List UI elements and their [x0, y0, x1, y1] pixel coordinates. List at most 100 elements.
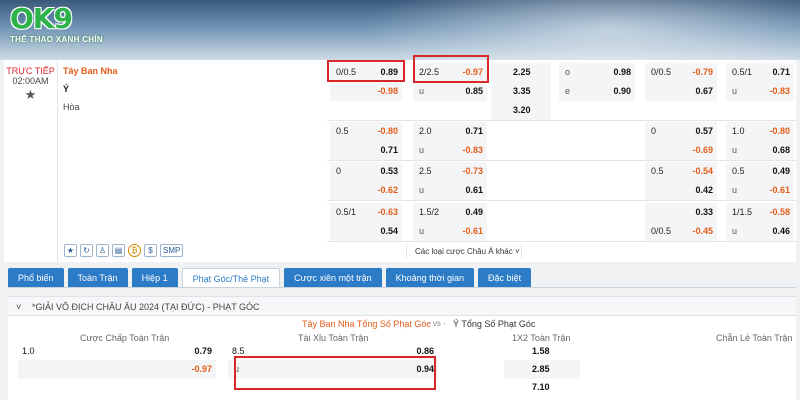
h1-ou-under-cell-3[interactable]: u 0.46 [726, 222, 794, 241]
vs-label: - vs - [428, 319, 446, 328]
h1-hdp-home-odds: 0.33 [695, 207, 713, 217]
hdp-home-cell-2[interactable]: 0 0.53 [330, 162, 402, 181]
h1-ou-under-cell-2[interactable]: u -0.61 [726, 181, 794, 200]
smp-button[interactable]: SMP [160, 244, 184, 257]
logo-tagline: THỂ THAO XANH CHÍN [10, 35, 103, 44]
corner-x12-away-cell[interactable]: 2.85 [504, 360, 580, 379]
hdp-home-cell-3[interactable]: 0.5/1 -0.63 [330, 203, 402, 222]
corner-x12-home-odds: 1.58 [532, 346, 550, 356]
hdp-home-odds: -0.80 [377, 126, 398, 136]
h1-hdp-line: 0 [651, 126, 657, 136]
ou-under-cell-2[interactable]: u 0.61 [413, 181, 487, 200]
h1-hdp-home-cell-3[interactable]: 0.33 [645, 203, 717, 222]
favorite-star-icon[interactable]: ★ [4, 87, 57, 103]
hdp-home-cell-1[interactable]: 0.5 -0.80 [330, 122, 402, 141]
under-label: u [732, 86, 738, 96]
shirt-icon[interactable]: ♙ [96, 244, 109, 257]
h1-ou-line: 0.5 [732, 166, 745, 176]
table-icon[interactable]: ▤ [112, 244, 125, 257]
x12-draw-cell[interactable]: 3.20 [491, 101, 551, 120]
x12-home-cell[interactable]: 2.25 [491, 63, 551, 82]
h1-ou-over-cell-1[interactable]: 1.0 -0.80 [726, 122, 794, 141]
h1-ou-over-cell-3[interactable]: 1/1.5 -0.58 [726, 203, 794, 222]
highlight-box-hdp [327, 60, 405, 82]
under-label: u [732, 145, 738, 155]
hdp-away-cell-0[interactable]: -0.98 [330, 82, 402, 101]
ou-over-cell-1[interactable]: 2.0 0.71 [413, 122, 487, 141]
h1-hdp-away-cell-1[interactable]: -0.69 [645, 141, 717, 160]
under-label: u [419, 86, 425, 96]
tab-cuoc-xien[interactable]: Cược xiên một trận [284, 268, 382, 288]
corner-hdp-home-cell[interactable]: 1.0 0.79 [18, 342, 216, 361]
tab-dac-biet[interactable]: Đặc biệt [478, 268, 532, 288]
h1-hdp-home-cell-0[interactable]: 0/0.5 -0.79 [645, 63, 717, 82]
hdp-line: 0 [336, 166, 342, 176]
ou-under-odds: -0.83 [462, 145, 483, 155]
chevron-down-icon: ˅ [515, 247, 520, 256]
h1-hdp-away-cell-2[interactable]: 0.42 [645, 181, 717, 200]
h1-hdp-line: 0/0.5 [651, 226, 672, 236]
h1-ou-over-cell-0[interactable]: 0.5/1 0.71 [726, 63, 794, 82]
corner-x12-draw-cell[interactable]: 7.10 [504, 378, 580, 397]
logo-mark: OK9 [10, 2, 73, 35]
tab-phat-goc-the-phat[interactable]: Phạt Góc/Thẻ Phạt [181, 268, 281, 288]
ou-over-cell-2[interactable]: 2.5 -0.73 [413, 162, 487, 181]
more-asian-bets-label: Các loại cược Châu Á khác [415, 247, 513, 256]
h1-ou-over-odds: -0.80 [769, 126, 790, 136]
x12-away-cell[interactable]: 3.35 [491, 82, 551, 101]
h1-hdp-home-cell-2[interactable]: 0.5 -0.54 [645, 162, 717, 181]
league-header[interactable]: ˅ *GIẢI VÔ ĐỊCH CHÂU ÂU 2024 (TẠI ĐỨC) -… [8, 296, 796, 316]
ou-under-cell-1[interactable]: u -0.83 [413, 141, 487, 160]
more-asian-bets-link[interactable]: Các loại cược Châu Á khác ˅ [406, 244, 522, 259]
ou-line: 2.0 [419, 126, 432, 136]
away-team[interactable]: Ý [63, 84, 69, 94]
even-cell[interactable]: e 0.90 [559, 82, 635, 101]
h1-hdp-away-cell-0[interactable]: 0.67 [645, 82, 717, 101]
ou-under-cell-0[interactable]: u 0.85 [413, 82, 487, 101]
header-banner: OK9 THỂ THAO XANH CHÍN [0, 0, 800, 60]
hdp-away-odds: 0.54 [380, 226, 398, 236]
h1-hdp-away-odds: 0.42 [695, 185, 713, 195]
star-icon[interactable]: ★ [64, 244, 77, 257]
corner-hdp-away-cell[interactable]: -0.97 [18, 360, 216, 379]
away-corner-label: Ý Tổng Số Phạt Góc [453, 319, 536, 329]
home-team[interactable]: Tây Ban Nha [63, 66, 118, 76]
team-column: Tây Ban Nha Ý Hòa [57, 60, 327, 262]
tab-khoang-thoi-gian[interactable]: Khoảng thời gian [385, 268, 475, 288]
hdp-away-odds: -0.98 [377, 86, 398, 96]
h1-hdp-away-cell-3[interactable]: 0/0.5 -0.45 [645, 222, 717, 241]
corner-hdp-away-odds: -0.97 [191, 364, 212, 374]
x12-home-odds: 2.25 [513, 67, 531, 77]
h1-ou-under-cell-1[interactable]: u 0.68 [726, 141, 794, 160]
dollar-icon[interactable]: $ [144, 244, 157, 257]
h1-hdp-home-odds: -0.79 [692, 67, 713, 77]
highlight-box-ou [413, 55, 489, 83]
h1-ou-under-cell-0[interactable]: u -0.83 [726, 82, 794, 101]
collapse-chevron-icon[interactable]: ˅ [16, 297, 21, 317]
x12-away-odds: 3.35 [513, 86, 531, 96]
x12-draw-odds: 3.20 [513, 105, 531, 115]
h1-ou-over-odds: 0.49 [772, 166, 790, 176]
refresh-icon[interactable]: ↻ [80, 244, 93, 257]
corner-x12-home-cell[interactable]: 1.58 [504, 342, 580, 361]
tab-hiep-1[interactable]: Hiệp 1 [131, 268, 178, 288]
tab-toan-tran[interactable]: Toàn Trận [67, 268, 128, 288]
hdp-away-cell-2[interactable]: -0.62 [330, 181, 402, 200]
under-label: u [419, 145, 425, 155]
hdp-away-cell-1[interactable]: 0.71 [330, 141, 402, 160]
league-title: *GIẢI VÔ ĐỊCH CHÂU ÂU 2024 (TẠI ĐỨC) - P… [32, 302, 260, 312]
ou-under-cell-3[interactable]: u -0.61 [413, 222, 487, 241]
hdp-away-cell-3[interactable]: 0.54 [330, 222, 402, 241]
match-odds-panel: TRỰC TIẾP 02:00AM ★ Tây Ban Nha Ý Hòa 0/… [4, 55, 796, 262]
even-label: e [565, 86, 571, 96]
ou-under-odds: 0.61 [465, 185, 483, 195]
bet-icon[interactable]: ₿ [128, 244, 141, 257]
ok9-logo[interactable]: OK9 THỂ THAO XANH CHÍN [10, 2, 103, 45]
h1-hdp-home-cell-1[interactable]: 0 0.57 [645, 122, 717, 141]
ou-over-cell-3[interactable]: 1.5/2 0.49 [413, 203, 487, 222]
odd-cell[interactable]: o 0.98 [559, 63, 635, 82]
h1-ou-over-cell-2[interactable]: 0.5 0.49 [726, 162, 794, 181]
tab-pho-bien[interactable]: Phổ biến [8, 268, 64, 288]
h1-ou-line: 1.0 [732, 126, 745, 136]
hdp-home-odds: -0.63 [377, 207, 398, 217]
